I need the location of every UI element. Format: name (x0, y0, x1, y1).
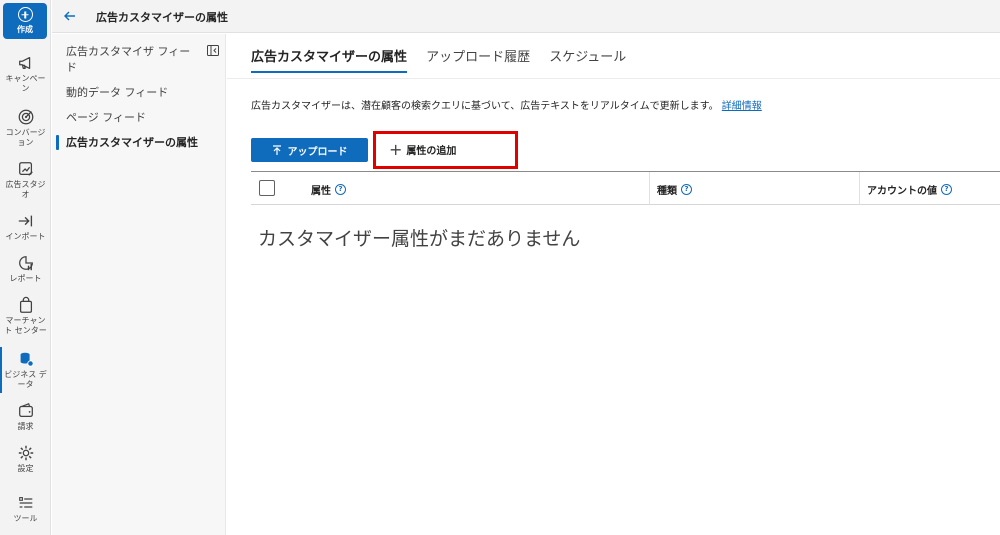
collapse-panel-icon[interactable] (207, 45, 219, 56)
upload-arrow-icon (272, 144, 281, 155)
rail-item-business-data[interactable]: ビジネス データ (0, 347, 51, 393)
add-attribute-button[interactable]: + 属性の追加 (389, 139, 457, 159)
ad-studio-icon (17, 160, 35, 178)
upload-label: アップロード (287, 146, 348, 158)
column-divider (649, 172, 650, 205)
empty-state-message: カスタマイザー属性がまだありません (258, 228, 581, 250)
table-header: 属性 ? 種類 ? アカウントの値 ? (251, 171, 1000, 205)
create-button[interactable]: 作成 (3, 3, 47, 39)
tab-customizer-attributes[interactable]: 広告カスタマイザーの属性 (251, 46, 408, 73)
gear-icon (17, 444, 35, 462)
rail-item-ad-studio[interactable]: 広告スタジオ (0, 160, 51, 200)
add-attribute-label: 属性の追加 (406, 146, 457, 157)
import-icon (17, 212, 35, 230)
help-icon[interactable]: ? (941, 184, 952, 195)
report-icon (17, 254, 35, 272)
main-content: 広告カスタマイザーの属性 アップロード履歴 スケジュール 広告カスタマイザーは、… (227, 34, 1000, 535)
page-title: 広告カスタマイザーの属性 (96, 11, 228, 24)
secondary-nav: 広告カスタマイザ フィード 動的データ フィード ページ フィード 広告カスタマ… (52, 34, 226, 535)
rail-item-conversions[interactable]: コンバージョン (0, 108, 51, 148)
description-text: 広告カスタマイザーは、潜在顧客の検索クエリに基づいて、広告テキストをリアルタイム… (251, 101, 719, 112)
select-all-checkbox[interactable] (259, 180, 275, 196)
column-header-type[interactable]: 種類 ? (657, 182, 692, 197)
tab-schedule[interactable]: スケジュール (549, 46, 626, 73)
create-label: 作成 (17, 25, 33, 34)
plus-circle-icon (17, 7, 33, 22)
wallet-icon (17, 402, 35, 420)
target-icon (17, 108, 35, 126)
rail-item-campaigns[interactable]: キャンペーン (0, 54, 51, 94)
megaphone-icon (17, 54, 35, 72)
learn-more-link[interactable]: 詳細情報 (722, 101, 762, 112)
tools-icon (17, 494, 35, 512)
column-header-attribute[interactable]: 属性 ? (311, 182, 346, 197)
tab-upload-history[interactable]: アップロード履歴 (426, 46, 530, 73)
plus-icon: + (389, 139, 403, 159)
shopping-bag-icon (17, 296, 35, 314)
rail-item-reports[interactable]: レポート (0, 254, 51, 284)
left-rail: 作成 キャンペーン コンバージョン 広告スタジオ インポート レポート マーチャ… (0, 0, 51, 535)
help-icon[interactable]: ? (335, 184, 346, 195)
tab-bar: 広告カスタマイザーの属性 アップロード履歴 スケジュール (251, 46, 640, 76)
subnav-item-page-feed[interactable]: ページ フィード (66, 110, 196, 126)
rail-item-billing[interactable]: 請求 (0, 402, 51, 432)
column-divider (859, 172, 860, 205)
column-header-account-value[interactable]: アカウントの値 ? (867, 182, 952, 197)
help-icon[interactable]: ? (681, 184, 692, 195)
rail-item-tools[interactable]: ツール (0, 494, 51, 524)
rail-item-merchant-center[interactable]: マーチャント センター (0, 296, 51, 336)
back-arrow-icon[interactable] (62, 8, 78, 24)
upload-button[interactable]: アップロード (251, 138, 368, 162)
top-header: 広告カスタマイザーの属性 (52, 0, 1000, 33)
rail-item-settings[interactable]: 設定 (0, 444, 51, 474)
tab-divider (227, 78, 1000, 79)
description: 広告カスタマイザーは、潜在顧客の検索クエリに基づいて、広告テキストをリアルタイム… (251, 97, 762, 112)
rail-item-import[interactable]: インポート (0, 212, 51, 242)
subnav-item-ad-customizer-feed[interactable]: 広告カスタマイザ フィード (66, 44, 196, 76)
subnav-item-customizer-attributes[interactable]: 広告カスタマイザーの属性 (56, 135, 216, 151)
subnav-item-dynamic-data-feed[interactable]: 動的データ フィード (66, 85, 196, 101)
database-icon (17, 350, 35, 368)
